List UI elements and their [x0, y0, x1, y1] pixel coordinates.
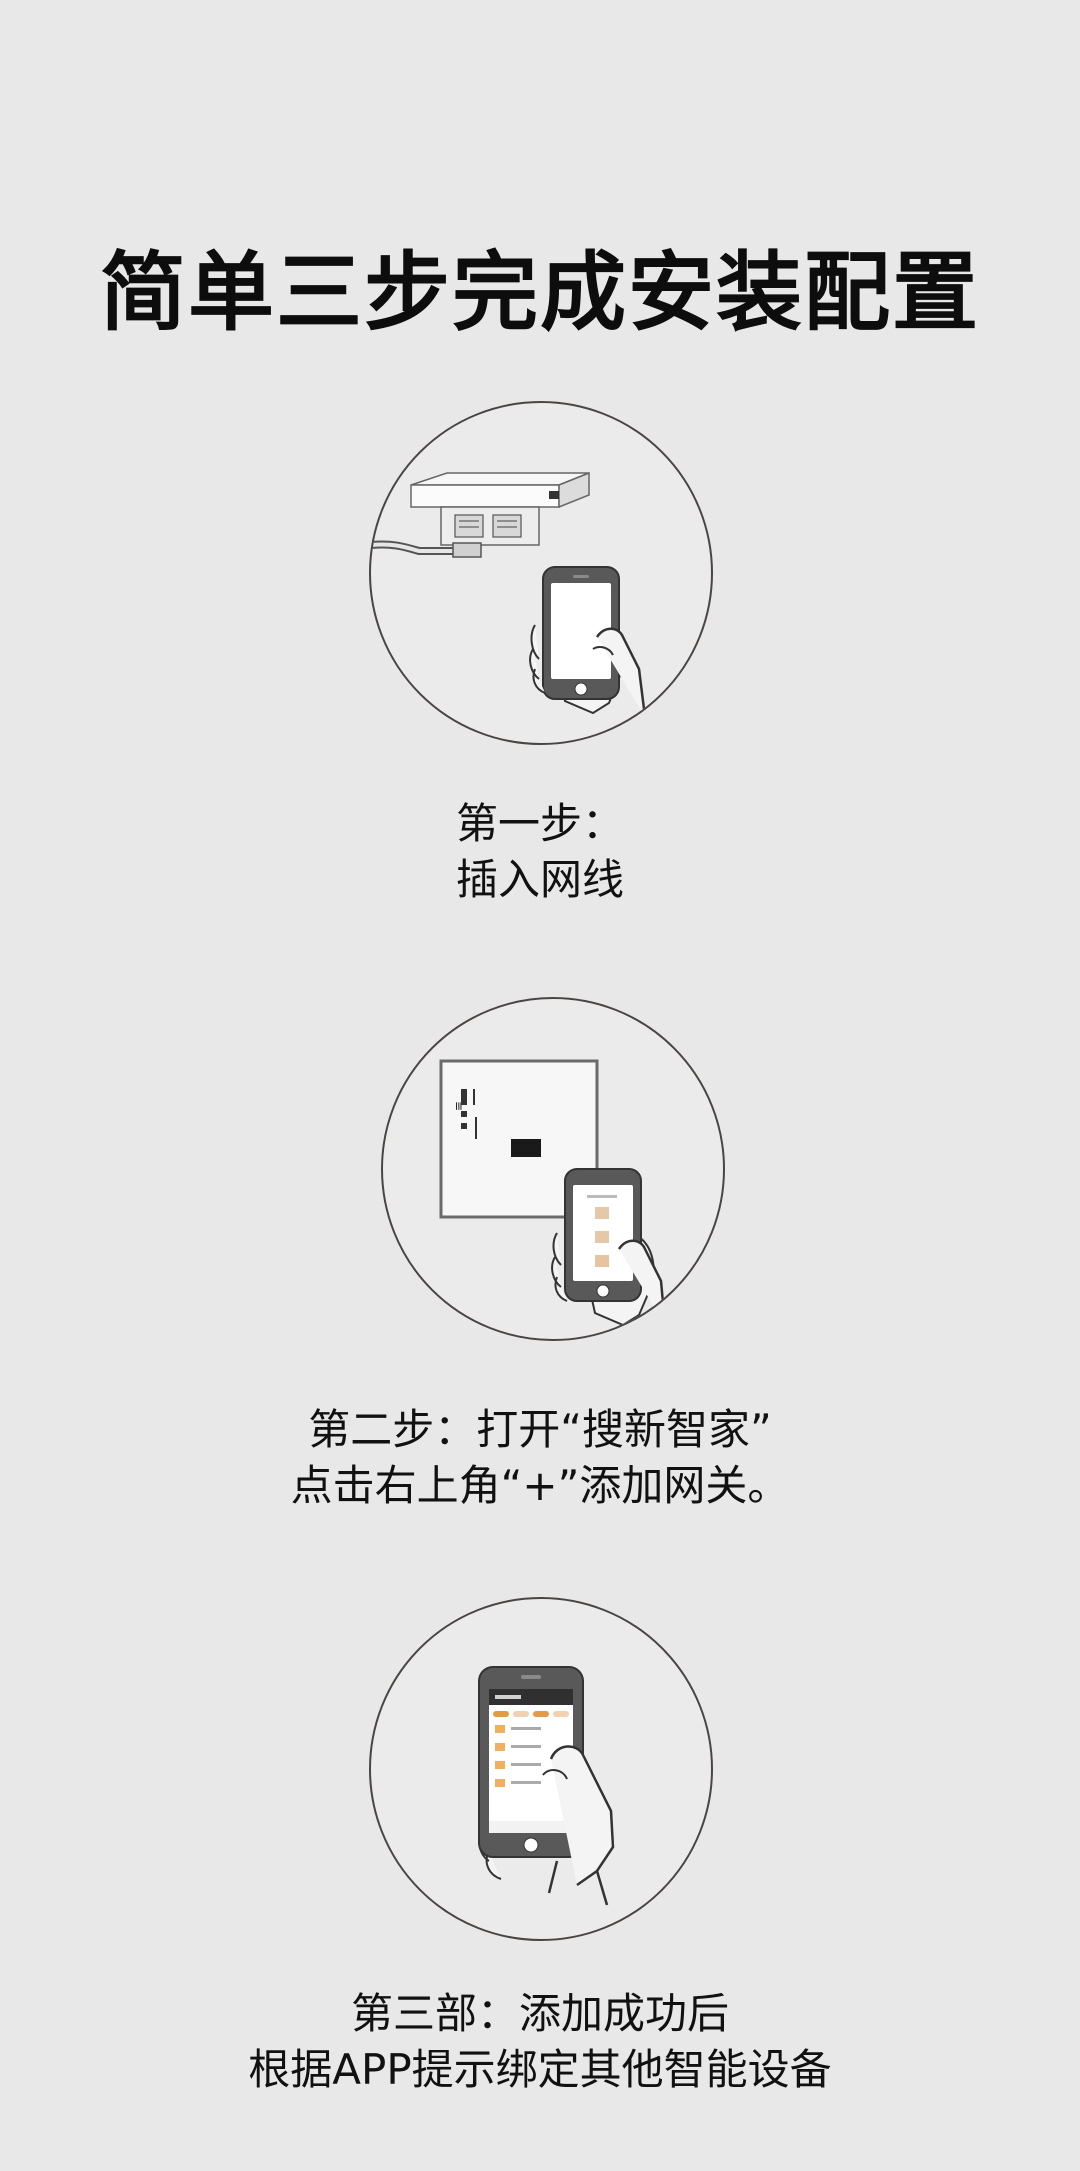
network-cable: [371, 540, 482, 558]
page-title: 简单三步完成安装配置: [100, 242, 980, 343]
phone-in-hand-icon: [551, 1168, 667, 1327]
phone-in-hand-icon: [529, 566, 647, 718]
step-2-illustration-circle: ≡: [381, 997, 725, 1341]
step-3-caption: 第三部：添加成功后 根据APP提示绑定其他智能设备: [0, 1986, 1080, 2098]
step-1-description: 插入网线: [455, 855, 624, 904]
gateway-device-illustration: [410, 471, 590, 546]
step-2-description: 点击右上角“+”添加网关。: [290, 1461, 790, 1510]
step-2-illustration: ≡: [439, 1059, 667, 1327]
step-1-illustration: [371, 471, 647, 718]
step-3-title: 第三部：添加成功后: [350, 1989, 729, 2038]
step-1-title: 第一步：: [455, 799, 624, 848]
app-screen-phone-icon: [478, 1666, 615, 1906]
step-3-illustration-circle: [369, 1597, 713, 1941]
step-2-caption: 第二步：打开“搜新智家” 点击右上角“+”添加网关。: [0, 1402, 1080, 1514]
step-3-illustration: [478, 1666, 615, 1906]
step-2-title: 第二步：打开“搜新智家”: [308, 1405, 772, 1454]
step-1-caption: 第一步： 插入网线: [0, 796, 1080, 908]
step-1-illustration-circle: [369, 401, 713, 745]
step-3-description: 根据APP提示绑定其他智能设备: [248, 2045, 832, 2094]
